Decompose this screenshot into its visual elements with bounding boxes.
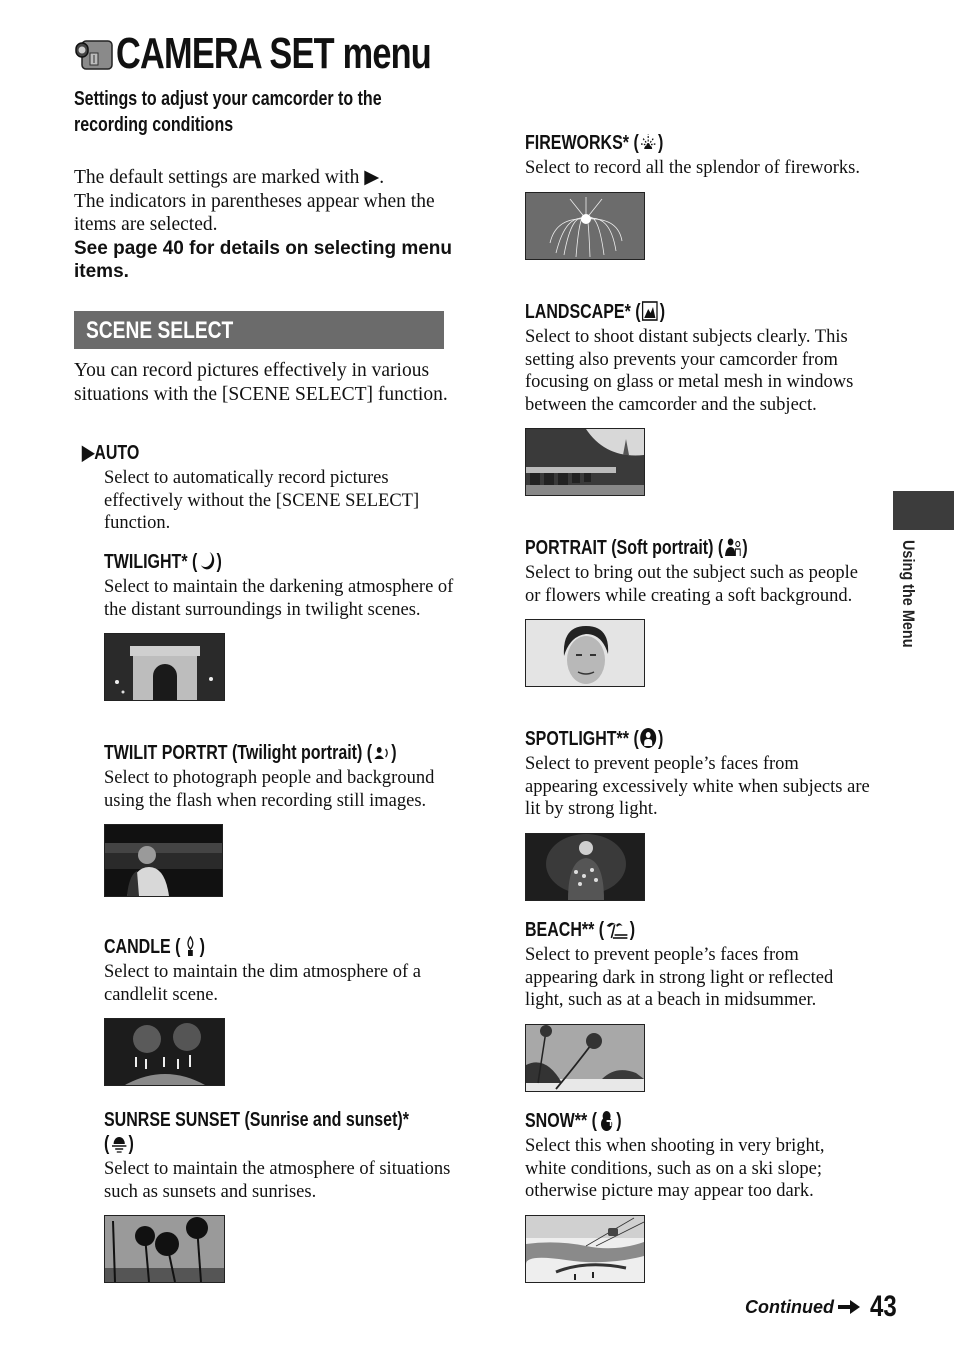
section-lead: You can record pictures effectively in v… [74,360,448,405]
scene-item-fireworks: FIREWORKS* () Select to record all the s… [525,131,870,260]
item-description: Select to bring out the subject such as … [525,563,858,606]
item-heading: TWILIGHT* ( [104,551,198,573]
item-description: Select this when shooting in very bright… [525,1136,825,1201]
fireworks-icon [641,134,656,149]
scene-item-sunrise-sunset: SUNRSE SUNSET (Sunrise and sunset)* () S… [104,1108,454,1283]
item-heading: PORTRAIT (Soft portrait) ( [525,537,724,559]
item-description: Select to maintain the dim atmosphere of… [104,962,421,1005]
item-description: Select to prevent people’s faces from ap… [525,754,870,819]
section-title: SCENE SELECT [86,317,234,344]
item-heading: ▶AUTO [82,442,140,464]
intro-line: The indicators in parentheses appear whe… [74,190,435,236]
item-heading: LANDSCAPE* ( [525,301,641,323]
item-heading: TWILIT PORTRT (Twilight portrait) ( [104,742,373,764]
arc-de-triomphe-night-photo [104,633,225,701]
scene-item-beach: BEACH** () Select to prevent people’s fa… [525,918,870,1092]
continued-label: Continued [745,1296,834,1317]
page-footer: Continued 43 [745,1290,903,1324]
page-title: CAMERA SET menu [74,29,520,78]
stage-singer-photo [525,832,645,901]
scene-item-twilight: TWILIGHT* () Select to maintain the dark… [104,550,454,701]
woman-portrait-photo [525,619,645,687]
twilight-portrait-icon [374,747,388,759]
item-heading: SPOTLIGHT** ( [525,728,639,750]
page-number: 43 [869,1290,897,1323]
birthday-candles-photo [104,1018,225,1086]
intro-line: The default settings are marked with ▶. [74,167,385,188]
candle-icon [187,935,194,956]
fireworks-photo [525,191,645,260]
item-heading: BEACH** ( [525,919,605,941]
item-description: Select to record all the splendor of fir… [525,158,860,178]
moon-icon [200,552,214,570]
item-description: Select to automatically record pictures … [104,468,420,533]
ski-slope-photo [525,1214,645,1283]
scene-item-portrait: PORTRAIT (Soft portrait) () Select to br… [525,536,870,687]
intro-bold-note: See page 40 for details on selecting men… [74,237,453,283]
scene-item-spotlight: SPOTLIGHT** () Select to prevent people’… [525,727,870,901]
camcorder-icon [75,40,113,70]
scene-item-snow: SNOW** () Select this when shooting in v… [525,1109,870,1283]
side-tab-label: Using the Menu [899,540,918,648]
night-portrait-photo [104,824,223,897]
item-description: Select to prevent people’s faces from ap… [525,945,834,1010]
snowman-icon [601,1111,613,1131]
spotlight-icon [640,728,657,748]
landscape-icon [642,301,659,321]
side-tab-marker [893,491,954,530]
page-subtitle: Settings to adjust your camcorder to the… [74,86,454,138]
soft-portrait-icon [724,538,741,556]
subtitle-line: recording conditions [74,114,234,136]
item-description: Select to shoot distant subjects clearly… [525,327,854,415]
item-description: Select to photograph people and backgrou… [104,768,435,811]
subtitle-line: Settings to adjust your camcorder to the [74,88,382,110]
park-landscape-photo [525,428,645,496]
beach-icon [606,922,628,939]
item-heading: SUNRSE SUNSET (Sunrise and sunset)* [104,1109,409,1131]
item-description: Select to maintain the atmosphere of sit… [104,1159,451,1202]
item-heading: FIREWORKS* ( [525,132,639,154]
scene-item-auto: ▶AUTO Select to automatically record pic… [82,441,454,535]
palm-silhouette-photo [104,1215,225,1283]
arrow-right-icon [837,1300,860,1314]
sunset-icon [111,1137,127,1153]
item-heading: SNOW** ( [525,1110,597,1132]
scene-item-landscape: LANDSCAPE* () Select to shoot distant su… [525,300,870,496]
intro: The default settings are marked with ▶. … [74,166,454,284]
scene-item-candle: CANDLE () Select to maintain the dim atm… [104,935,454,1086]
section-header: SCENE SELECT [74,311,444,349]
title-text: CAMERA SET menu [116,29,432,78]
scene-item-twilit-portrait: TWILIT PORTRT (Twilight portrait) () Sel… [104,741,454,897]
beach-palms-photo [525,1023,645,1092]
item-heading: CANDLE ( [104,936,181,958]
item-description: Select to maintain the darkening atmosph… [104,577,454,620]
